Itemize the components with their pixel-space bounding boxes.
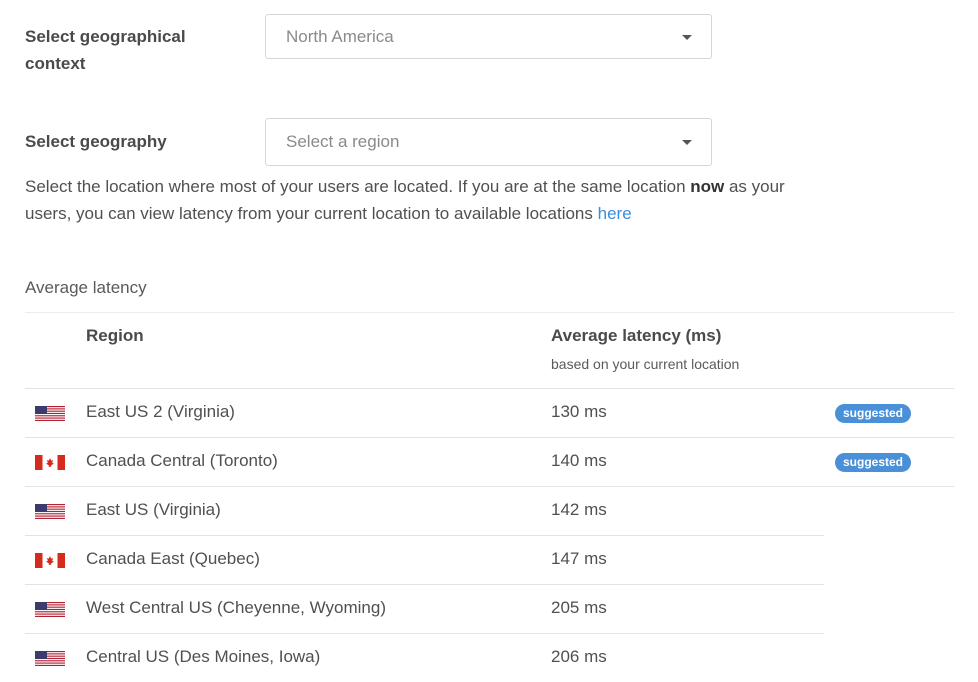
latency-section-title: Average latency xyxy=(25,278,147,297)
table-row: East US 2 (Virginia) 130 ms suggested xyxy=(25,389,954,438)
table-row: Canada Central (Toronto) 140 ms suggeste… xyxy=(25,438,954,487)
latency-value: 130 ms xyxy=(551,402,607,421)
table-header: Region Average latency (ms) based on you… xyxy=(25,312,954,389)
us-flag-icon xyxy=(35,406,65,421)
region-name: Central US (Des Moines, Iowa) xyxy=(86,647,321,666)
latency-value: 147 ms xyxy=(551,549,607,568)
region-name: East US 2 (Virginia) xyxy=(86,402,235,421)
suggested-badge: suggested xyxy=(835,404,912,423)
latency-value: 140 ms xyxy=(551,451,607,470)
region-name: Canada East (Quebec) xyxy=(86,549,260,568)
latency-table: Region Average latency (ms) based on you… xyxy=(25,312,954,682)
geography-placeholder: Select a region xyxy=(286,132,400,151)
ca-flag-icon xyxy=(35,455,65,470)
geography-select[interactable]: Select a region xyxy=(265,118,712,166)
caret-down-icon xyxy=(682,35,692,40)
geo-context-value: North America xyxy=(286,27,394,46)
table-row: Canada East (Quebec) 147 ms xyxy=(25,536,824,585)
table-row: Central US (Des Moines, Iowa) 206 ms xyxy=(25,634,824,682)
geo-context-select[interactable]: North America xyxy=(265,14,712,59)
here-link[interactable]: here xyxy=(598,204,632,223)
latency-value: 142 ms xyxy=(551,500,607,519)
region-name: East US (Virginia) xyxy=(86,500,221,519)
suggested-badge: suggested xyxy=(835,453,912,472)
us-flag-icon xyxy=(35,602,65,617)
caret-down-icon xyxy=(682,140,692,145)
region-name: Canada Central (Toronto) xyxy=(86,451,278,470)
latency-value: 205 ms xyxy=(551,598,607,617)
table-row: West Central US (Cheyenne, Wyoming) 205 … xyxy=(25,585,824,634)
us-flag-icon xyxy=(35,651,65,666)
latency-value: 206 ms xyxy=(551,647,607,666)
help-text-before: Select the location where most of your u… xyxy=(25,177,691,196)
table-row: East US (Virginia) 142 ms xyxy=(25,487,824,536)
geo-context-label: Select geographical context xyxy=(25,27,186,73)
region-name: West Central US (Cheyenne, Wyoming) xyxy=(86,598,386,617)
help-text-bold: now xyxy=(690,177,725,196)
header-region: Region xyxy=(86,326,144,345)
header-latency-subtitle: based on your current location xyxy=(551,356,740,372)
header-latency: Average latency (ms) xyxy=(551,326,722,345)
geography-label: Select geography xyxy=(25,132,167,151)
geography-help-text: Select the location where most of your u… xyxy=(25,173,815,227)
us-flag-icon xyxy=(35,504,65,519)
ca-flag-icon xyxy=(35,553,65,568)
